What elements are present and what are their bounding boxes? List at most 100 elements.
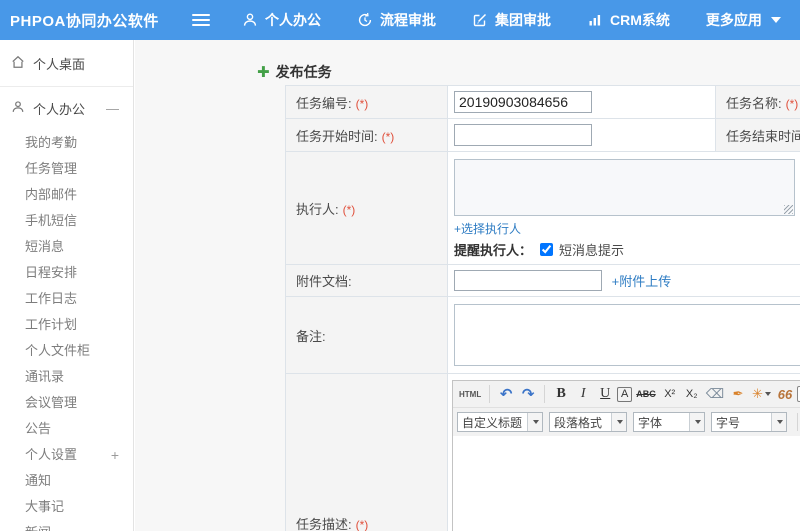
sidebar-item-personal-settings[interactable]: 个人设置 + xyxy=(0,442,133,468)
nav-workflow-approval[interactable]: 流程审批 xyxy=(357,10,436,30)
caret-down-icon xyxy=(765,392,772,396)
executor-textarea[interactable] xyxy=(454,159,795,216)
choose-executor-link[interactable]: +选择执行人 xyxy=(454,220,800,237)
note-textarea[interactable] xyxy=(454,304,800,366)
sidebar-item-task-management[interactable]: 任务管理 xyxy=(0,156,133,182)
bar-chart-icon xyxy=(587,12,603,28)
remind-executor-row: 提醒执行人： 短消息提示 xyxy=(454,240,800,259)
sidebar-item-desktop[interactable]: 个人桌面 xyxy=(0,40,133,87)
sidebar-item-work-plan[interactable]: 工作计划 xyxy=(0,312,133,338)
editor-content-area[interactable] xyxy=(453,436,800,531)
required-marker: (*) xyxy=(355,96,369,111)
app-logo: PHPOA协同办公软件 xyxy=(10,12,159,30)
table-row: 执行人: (*) +选择执行人 提醒执行人： 短消息提示 xyxy=(285,151,800,265)
font-style-button[interactable]: A xyxy=(617,386,633,402)
editor-toolbar-row1: HTML ↶ ↷ B I U A ABC X² X₂ ⌫ ✒ ✳ 66 xyxy=(453,381,800,408)
paragraph-format-select[interactable]: 段落格式 xyxy=(549,412,627,432)
table-row: 附件文档: +附件上传 xyxy=(285,264,800,297)
hamburger-menu-icon[interactable] xyxy=(192,14,210,26)
caret-down-icon xyxy=(527,413,542,431)
font-family-select[interactable]: 字体 xyxy=(633,412,705,432)
required-marker: (*) xyxy=(342,202,356,217)
task-number-label-cell: 任务编号: (*) xyxy=(285,85,448,119)
start-time-label-cell: 任务开始时间: (*) xyxy=(285,118,448,152)
caret-down-icon xyxy=(770,17,781,23)
blockquote-button[interactable]: 66 xyxy=(775,384,795,405)
bold-button[interactable]: B xyxy=(551,384,571,405)
custom-heading-select[interactable]: 自定义标题 xyxy=(457,412,543,432)
task-number-input[interactable] xyxy=(454,91,592,113)
caret-down-icon xyxy=(611,413,626,431)
required-marker: (*) xyxy=(355,518,369,531)
table-row: 任务描述: (*) HTML ↶ ↷ B I U A ABC X² X₂ ⌫ ✒… xyxy=(285,373,800,531)
sidebar-item-contacts[interactable]: 通讯录 xyxy=(0,364,133,390)
task-description-label-cell: 任务描述: (*) xyxy=(285,373,448,531)
attachment-input[interactable] xyxy=(454,270,602,291)
html-source-button[interactable]: HTML xyxy=(457,384,483,405)
rich-text-editor: HTML ↶ ↷ B I U A ABC X² X₂ ⌫ ✒ ✳ 66 自定义标… xyxy=(452,380,800,531)
underline-button[interactable]: U xyxy=(595,384,615,405)
subscript-button[interactable]: X₂ xyxy=(682,384,702,405)
sidebar-item-mobile-sms[interactable]: 手机短信 xyxy=(0,208,133,234)
magic-format-icon[interactable]: ✳ xyxy=(750,384,773,405)
sidebar-section-personal-office[interactable]: 个人办公 — xyxy=(0,87,133,130)
required-marker: (*) xyxy=(381,129,395,144)
font-size-select[interactable]: 字号 xyxy=(711,412,787,432)
italic-button[interactable]: I xyxy=(573,384,593,405)
app-window: PHPOA协同办公软件 个人办公 流程审批 集团审批 CRM系统 更多应用 个人… xyxy=(0,0,800,531)
top-bar: PHPOA协同办公软件 个人办公 流程审批 集团审批 CRM系统 更多应用 xyxy=(0,0,800,40)
sidebar-item-news[interactable]: 新闻 xyxy=(0,520,133,531)
caret-down-icon xyxy=(771,413,786,431)
sidebar-item-attendance[interactable]: 我的考勤 xyxy=(0,130,133,156)
executor-label-cell: 执行人: (*) xyxy=(285,151,448,265)
eraser-icon[interactable]: ⌫ xyxy=(704,384,726,405)
nav-crm-system[interactable]: CRM系统 xyxy=(587,10,670,30)
nav-more-apps[interactable]: 更多应用 xyxy=(706,10,781,30)
sidebar: 个人桌面 个人办公 — 我的考勤 任务管理 内部邮件 手机短信 短消息 日程安排… xyxy=(0,40,134,531)
caret-down-icon xyxy=(689,413,704,431)
resize-grip[interactable] xyxy=(784,205,793,214)
sidebar-submenu: 我的考勤 任务管理 内部邮件 手机短信 短消息 日程安排 工作日志 工作计划 个… xyxy=(0,130,133,531)
sidebar-item-announcement[interactable]: 公告 xyxy=(0,416,133,442)
home-icon xyxy=(11,55,25,72)
user-icon xyxy=(11,100,25,117)
edit-icon xyxy=(472,12,488,28)
brush-icon[interactable]: ✒ xyxy=(728,384,748,405)
editor-toolbar-row2: 自定义标题 段落格式 字体 字号 xyxy=(453,408,800,436)
sidebar-item-short-message[interactable]: 短消息 xyxy=(0,234,133,260)
attachment-upload-link[interactable]: +附件上传 xyxy=(612,274,672,289)
main-content: ✚ 发布任务 任务编号:(*) 任务名称:(*) 任务开始时间:(*) xyxy=(135,40,800,531)
nav-personal-office[interactable]: 个人办公 xyxy=(242,10,321,30)
expand-icon[interactable]: + xyxy=(111,442,119,468)
undo-icon[interactable]: ↶ xyxy=(496,384,516,405)
end-time-label-cell: 任务结束时间:(*) xyxy=(715,118,800,152)
nav-group-approval[interactable]: 集团审批 xyxy=(472,10,551,30)
sidebar-item-meeting-management[interactable]: 会议管理 xyxy=(0,390,133,416)
collapse-icon[interactable]: — xyxy=(106,101,119,116)
sidebar-item-internal-mail[interactable]: 内部邮件 xyxy=(0,182,133,208)
sidebar-item-work-log[interactable]: 工作日志 xyxy=(0,286,133,312)
table-row: 任务开始时间:(*) 任务结束时间:(*) xyxy=(285,118,800,152)
attachment-label-cell: 附件文档: xyxy=(285,264,448,297)
sms-remind-label: 短消息提示 xyxy=(559,243,625,258)
table-row: 任务编号:(*) 任务名称:(*) xyxy=(285,85,800,119)
strikethrough-button[interactable]: ABC xyxy=(634,384,658,405)
publish-task-form: 任务编号:(*) 任务名称:(*) 任务开始时间:(*) 任务结束时间:(*) xyxy=(285,85,800,531)
sidebar-item-schedule[interactable]: 日程安排 xyxy=(0,260,133,286)
sidebar-item-memorabilia[interactable]: 大事记 xyxy=(0,494,133,520)
note-label-cell: 备注: xyxy=(285,296,448,374)
required-marker: (*) xyxy=(785,96,799,111)
user-icon xyxy=(242,12,258,28)
top-navigation: 个人办公 流程审批 集团审批 CRM系统 更多应用 xyxy=(242,10,781,30)
sms-remind-checkbox[interactable] xyxy=(540,243,554,256)
page-title: ✚ 发布任务 xyxy=(257,63,332,81)
sidebar-item-file-cabinet[interactable]: 个人文件柜 xyxy=(0,338,133,364)
task-name-label-cell: 任务名称: (*) xyxy=(715,85,800,119)
start-time-input[interactable] xyxy=(454,124,592,146)
redo-icon[interactable]: ↷ xyxy=(518,384,538,405)
plus-icon: ✚ xyxy=(257,63,270,81)
table-row: 备注: xyxy=(285,296,800,374)
sidebar-item-notice[interactable]: 通知 xyxy=(0,468,133,494)
remind-executor-label: 提醒执行人： xyxy=(454,243,533,258)
superscript-button[interactable]: X² xyxy=(660,384,680,405)
